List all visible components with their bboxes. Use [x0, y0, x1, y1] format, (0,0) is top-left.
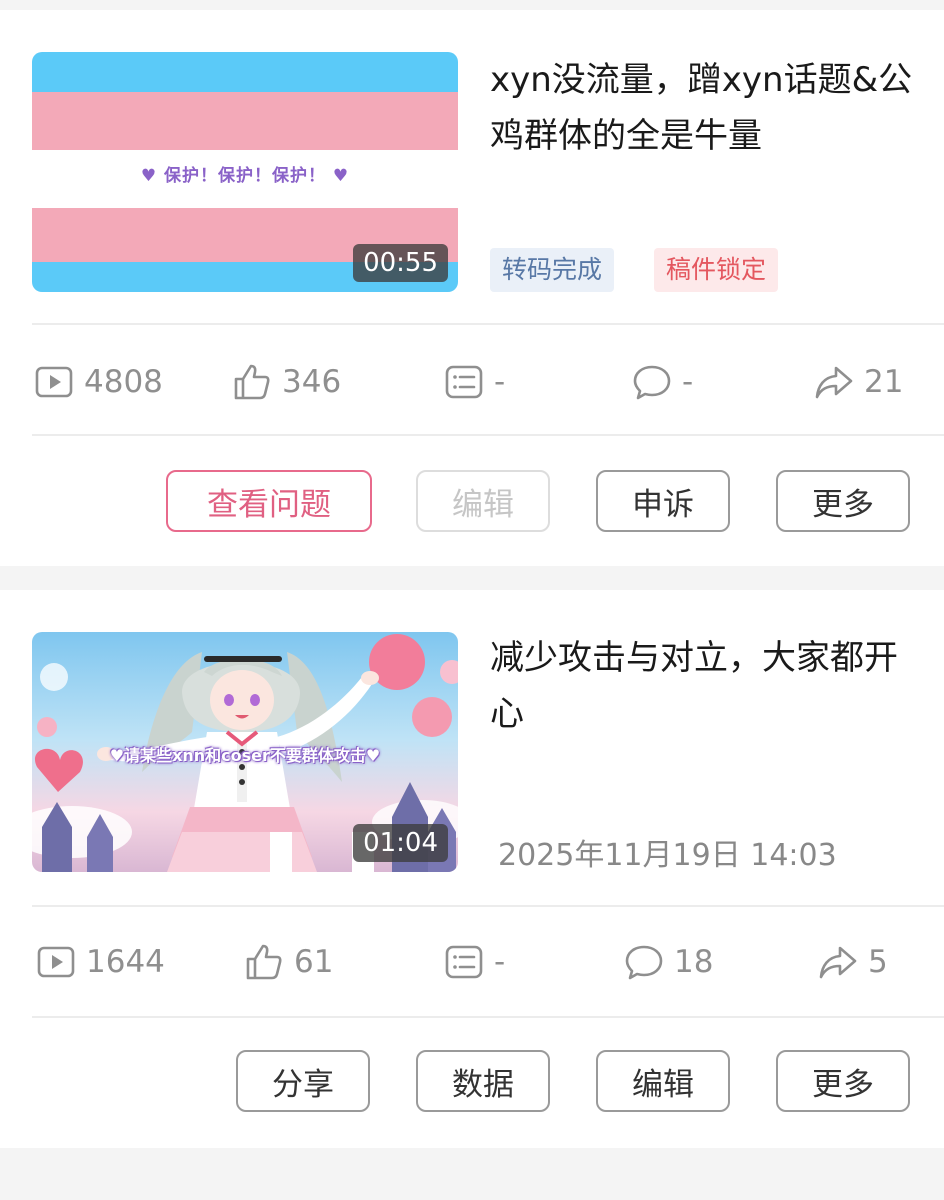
- stat-likes[interactable]: 346: [232, 360, 341, 404]
- stat-value: -: [682, 364, 694, 400]
- share-button[interactable]: 分享: [236, 1050, 370, 1112]
- stat-value: -: [494, 364, 506, 400]
- more-button[interactable]: 更多: [776, 1050, 910, 1112]
- thumbnail-caption: ♥请某些xnn和coser不要群体攻击♥: [109, 746, 381, 765]
- stat-value: 4808: [84, 364, 163, 400]
- play-count-icon: [35, 366, 73, 398]
- stat-shares[interactable]: 5: [818, 940, 888, 984]
- stat-value: -: [494, 944, 506, 980]
- divider: [32, 1016, 944, 1018]
- divider: [32, 905, 944, 907]
- stat-danmaku: -: [444, 360, 505, 404]
- stat-value: 18: [674, 944, 714, 980]
- video-thumbnail[interactable]: ♥请某些xnn和coser不要群体攻击♥ 01:04: [32, 632, 458, 872]
- status-tag-locked: 稿件锁定: [654, 248, 779, 292]
- stat-value: 21: [864, 364, 904, 400]
- video-card: ♥ 保护！保护！保护！ ♥ 00:55 xyn没流量，蹭xyn话题&公鸡群体的全…: [0, 10, 944, 566]
- stat-value: 1644: [86, 944, 165, 980]
- stat-plays: 1644: [36, 940, 165, 984]
- share-icon: [815, 366, 853, 399]
- stat-comments[interactable]: -: [632, 360, 693, 404]
- stat-value: 61: [294, 944, 334, 980]
- video-title[interactable]: xyn没流量，蹭xyn话题&公鸡群体的全是牛量: [490, 52, 920, 164]
- stat-plays: 4808: [34, 360, 163, 404]
- more-button[interactable]: 更多: [776, 470, 910, 532]
- stat-likes[interactable]: 61: [244, 940, 333, 984]
- edit-button[interactable]: 编辑: [416, 470, 550, 532]
- like-icon: [234, 364, 270, 400]
- status-tag-transcode: 转码完成: [490, 248, 615, 292]
- danmaku-icon: [445, 365, 483, 399]
- video-card: ♥请某些xnn和coser不要群体攻击♥ 01:04 减少攻击与对立，大家都开心…: [0, 590, 944, 1148]
- duration-badge: 00:55: [353, 244, 448, 282]
- stat-shares[interactable]: 21: [814, 360, 903, 404]
- stat-comments[interactable]: 18: [624, 940, 713, 984]
- view-issue-button[interactable]: 查看问题: [166, 470, 372, 532]
- video-thumbnail[interactable]: ♥ 保护！保护！保护！ ♥ 00:55: [32, 52, 458, 292]
- like-icon: [246, 944, 282, 980]
- comment-icon: [625, 945, 663, 980]
- data-button[interactable]: 数据: [416, 1050, 550, 1112]
- stat-value: 346: [282, 364, 342, 400]
- divider: [32, 323, 944, 325]
- edit-button[interactable]: 编辑: [596, 1050, 730, 1112]
- thumbnail-caption: ♥ 保护！保护！保护！ ♥: [140, 166, 350, 186]
- appeal-button[interactable]: 申诉: [596, 470, 730, 532]
- play-count-icon: [37, 946, 75, 978]
- stat-value: 5: [868, 944, 888, 980]
- stat-danmaku: -: [444, 940, 505, 984]
- duration-badge: 01:04: [353, 824, 448, 862]
- share-icon: [819, 946, 857, 979]
- danmaku-icon: [445, 945, 483, 979]
- divider: [32, 434, 944, 436]
- comment-icon: [633, 365, 671, 400]
- video-title[interactable]: 减少攻击与对立，大家都开心: [490, 630, 920, 742]
- publish-date: 2025年11月19日 14:03: [498, 838, 837, 873]
